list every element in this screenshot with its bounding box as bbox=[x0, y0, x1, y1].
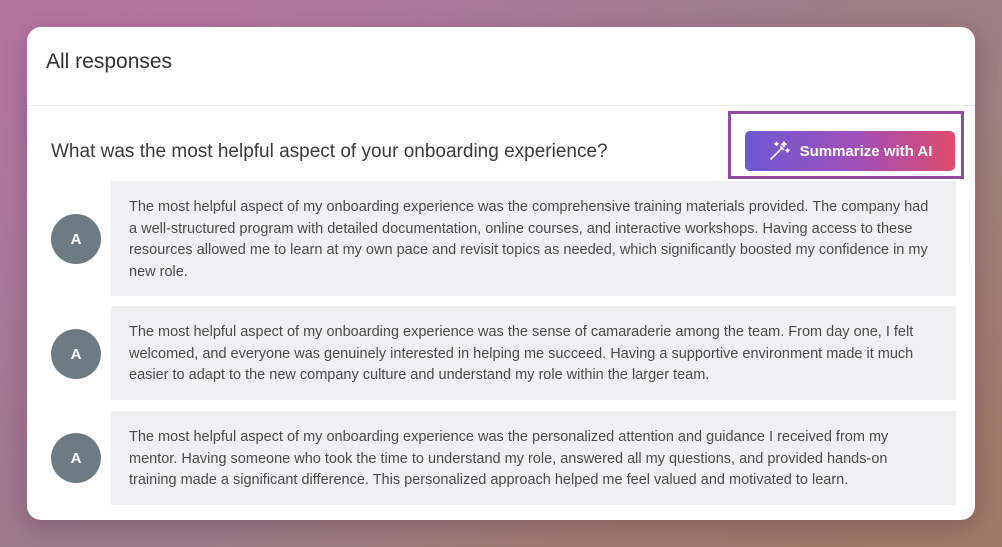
card-header: All responses bbox=[27, 27, 975, 106]
avatar-initial: A bbox=[70, 449, 82, 467]
response-item: A The most helpful aspect of my onboardi… bbox=[51, 181, 956, 296]
page-title: All responses bbox=[46, 50, 173, 73]
response-item: A The most helpful aspect of my onboardi… bbox=[51, 306, 956, 400]
avatar: A bbox=[51, 329, 101, 379]
response-text: The most helpful aspect of my onboarding… bbox=[111, 411, 956, 505]
summarize-button-label: Summarize with AI bbox=[799, 142, 933, 160]
responses-card: All responses What was the most helpful … bbox=[27, 27, 975, 520]
magic-wand-icon bbox=[768, 140, 790, 162]
question-text: What was the most helpful aspect of your… bbox=[51, 141, 608, 162]
avatar: A bbox=[51, 214, 101, 264]
response-text: The most helpful aspect of my onboarding… bbox=[111, 306, 956, 400]
avatar-initial: A bbox=[70, 230, 82, 248]
response-item: A The most helpful aspect of my onboardi… bbox=[51, 411, 956, 505]
avatar: A bbox=[51, 433, 101, 483]
avatar-initial: A bbox=[70, 345, 82, 363]
response-text: The most helpful aspect of my onboarding… bbox=[111, 181, 956, 296]
summarize-with-ai-button[interactable]: Summarize with AI bbox=[745, 131, 955, 171]
